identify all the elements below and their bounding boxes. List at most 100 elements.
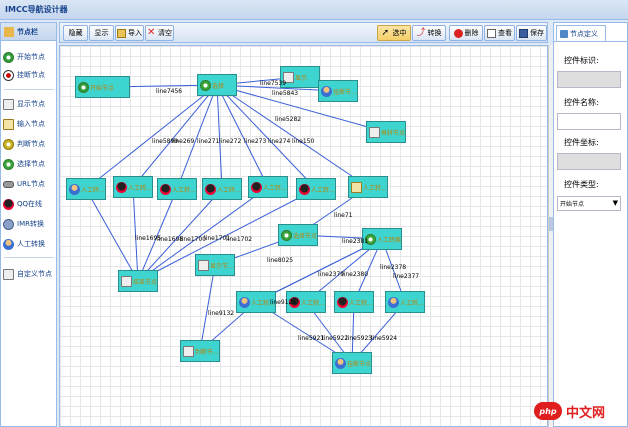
flow-canvas[interactable]: 开始节点 选择 显示 挂断节... 再转节点 人工转... 人工转... 人工转... 人工转.… bbox=[59, 45, 548, 427]
flow-node[interactable]: 人工转... bbox=[248, 176, 288, 198]
flow-node[interactable]: 人工转... bbox=[157, 178, 197, 200]
clear-icon: ✕ bbox=[147, 26, 156, 38]
tab-node-definition[interactable]: 节点定义 bbox=[556, 25, 606, 41]
flow-node[interactable]: 人工转... bbox=[113, 176, 153, 198]
flow-node-label: 开始节点 bbox=[90, 84, 115, 92]
node-palette-header: 节点栏 bbox=[1, 23, 56, 41]
pointer-button[interactable]: ➚ 选中 bbox=[377, 25, 411, 41]
flow-node-label: 再转节点 bbox=[381, 129, 406, 137]
hangup-node-icon bbox=[3, 69, 14, 81]
flow-node[interactable]: 人工转... bbox=[385, 291, 425, 313]
toolbar: 隐藏 显示 导入 ✕ 清空 ➚ 选中 ⤴ 转换 删除 查看 保存 bbox=[59, 22, 548, 43]
display-node-icon bbox=[183, 345, 194, 357]
save-button[interactable]: 保存 bbox=[516, 25, 547, 41]
flow-node[interactable]: 显示节... bbox=[195, 254, 235, 276]
palette-item-manual[interactable]: 人工转换 bbox=[3, 236, 55, 252]
flow-node[interactable]: 再转节点 bbox=[366, 121, 406, 143]
edge-label: line150 bbox=[292, 138, 315, 145]
flow-node-label: 人工转... bbox=[311, 186, 335, 194]
qq-node-icon bbox=[251, 181, 262, 193]
control-name-label: 控件名称: bbox=[564, 98, 599, 107]
edge-label: line272 bbox=[219, 138, 242, 145]
edge-label: line9125 bbox=[270, 299, 297, 306]
edge-label: line71 bbox=[334, 212, 353, 219]
node-definition-icon bbox=[560, 29, 568, 38]
start-node-icon bbox=[78, 81, 89, 93]
flow-node[interactable]: 挂断节点 bbox=[332, 352, 372, 374]
edge-label: line5282 bbox=[275, 116, 302, 123]
flow-node[interactable]: 选择 bbox=[197, 74, 237, 96]
view-button[interactable]: 查看 bbox=[484, 25, 515, 41]
palette-item-start[interactable]: 开始节点 bbox=[3, 49, 55, 65]
view-icon bbox=[487, 28, 496, 38]
delete-button[interactable]: 删除 bbox=[449, 25, 483, 41]
hangup-node-icon bbox=[321, 85, 332, 97]
flow-node-label: 挂断节点 bbox=[347, 360, 372, 368]
palette-item-hangup[interactable]: 挂断节点 bbox=[3, 67, 55, 83]
node-palette: 节点栏 开始节点 挂断节点 显示节点 输入节点 判断节点 选择节点 URL节点 … bbox=[0, 22, 57, 427]
flow-edge[interactable] bbox=[216, 84, 225, 190]
flow-node[interactable]: 判断节... bbox=[180, 340, 220, 362]
edge-label: line8025 bbox=[267, 257, 294, 264]
edge-label: line9132 bbox=[208, 310, 235, 317]
flow-node[interactable]: 挂断节... bbox=[318, 80, 358, 102]
transform-button[interactable]: ⤴ 转换 bbox=[412, 25, 446, 41]
flow-edge[interactable] bbox=[85, 188, 139, 282]
chevron-down-icon: ▼ bbox=[612, 199, 618, 207]
flow-node-label: 人工转... bbox=[301, 299, 325, 307]
hide-button[interactable]: 隐藏 bbox=[63, 25, 88, 41]
flow-node[interactable]: 人工转... bbox=[334, 291, 374, 313]
palette-item-imr[interactable]: IMR转换 bbox=[3, 216, 55, 232]
edge-label: line7539 bbox=[260, 80, 287, 87]
flow-edge[interactable] bbox=[216, 84, 317, 190]
flow-edge[interactable] bbox=[132, 84, 218, 188]
flow-node[interactable]: 结束节点 bbox=[118, 270, 158, 292]
flow-node[interactable]: 开始节点 bbox=[75, 76, 130, 98]
palette-item-custom[interactable]: 自定义节点 bbox=[3, 266, 55, 282]
control-type-select[interactable]: 开始节点 ▼ bbox=[557, 196, 621, 211]
flow-node-label: 人工转... bbox=[349, 299, 373, 307]
palette-item-judge[interactable]: 判断节点 bbox=[3, 136, 55, 152]
control-type-label: 控件类型: bbox=[564, 180, 599, 189]
palette-item-select[interactable]: 选择节点 bbox=[3, 156, 55, 172]
edge-label: line2381 bbox=[342, 238, 369, 245]
palette-item-input[interactable]: 输入节点 bbox=[3, 116, 55, 132]
judge-node-icon bbox=[3, 138, 14, 150]
flow-node[interactable]: 选择节点 bbox=[278, 224, 318, 246]
flow-edge[interactable] bbox=[216, 84, 387, 134]
import-button[interactable]: 导入 bbox=[115, 25, 144, 41]
manual-node-icon bbox=[239, 296, 250, 308]
property-panel: 节点定义 控件标识: 控件名称: 控件坐标: 控件类型: 开始节点 ▼ bbox=[553, 22, 628, 427]
select-node-icon bbox=[281, 229, 292, 241]
edge-label: line5923 bbox=[346, 335, 373, 342]
edge-label: line7456 bbox=[156, 88, 183, 95]
clear-button[interactable]: ✕ 清空 bbox=[145, 25, 174, 41]
edge-label: line5843 bbox=[272, 90, 299, 97]
control-id-label: 控件标识: bbox=[564, 56, 599, 65]
edge-label: line1702 bbox=[226, 236, 253, 243]
palette-item-qq[interactable]: QQ在线 bbox=[3, 196, 55, 212]
flow-node[interactable]: 人工转... bbox=[66, 178, 106, 200]
control-name-field[interactable] bbox=[557, 113, 621, 130]
palette-item-url[interactable]: URL节点 bbox=[3, 176, 55, 192]
control-id-field bbox=[557, 71, 621, 88]
flow-node-label: 人工转... bbox=[172, 186, 196, 194]
flow-node-label: 结束节点 bbox=[133, 278, 158, 286]
flow-edge[interactable] bbox=[132, 186, 141, 282]
flow-node[interactable]: 人工转... bbox=[348, 176, 388, 198]
edge-label: line274 bbox=[268, 138, 291, 145]
qq-node-icon bbox=[299, 183, 310, 195]
palette-icon bbox=[4, 26, 14, 37]
flow-edge[interactable] bbox=[199, 264, 218, 352]
flow-node-label: 人工转换 bbox=[377, 236, 402, 244]
flow-edge[interactable] bbox=[216, 84, 269, 188]
qq-node-icon bbox=[116, 181, 127, 193]
palette-separator bbox=[4, 257, 54, 258]
show-button[interactable]: 显示 bbox=[89, 25, 114, 41]
delete-icon bbox=[453, 28, 463, 38]
palette-separator bbox=[4, 89, 54, 90]
palette-item-display[interactable]: 显示节点 bbox=[3, 96, 55, 112]
flow-node-label: 人工转... bbox=[363, 184, 387, 192]
flow-node[interactable]: 人工转... bbox=[202, 178, 242, 200]
flow-node[interactable]: 人工转... bbox=[296, 178, 336, 200]
